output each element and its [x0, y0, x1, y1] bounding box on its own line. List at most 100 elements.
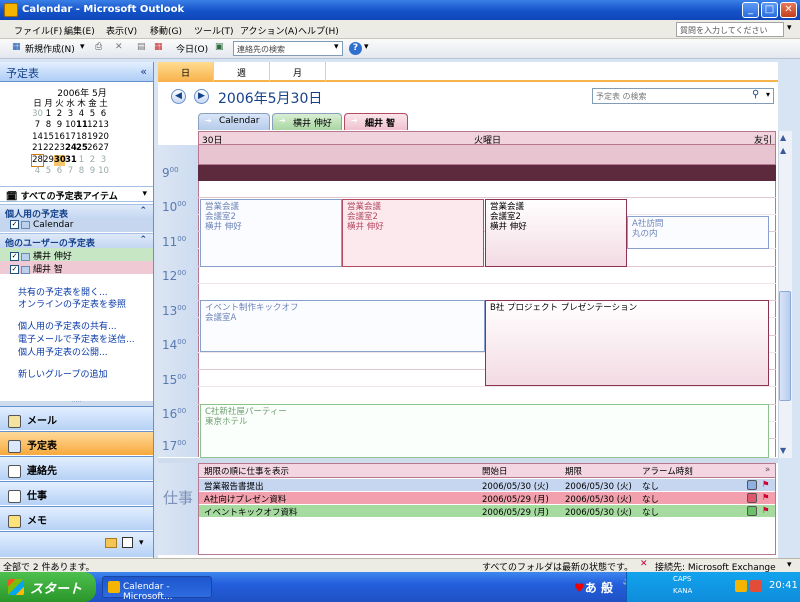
- new-item-icon[interactable]: ▦: [12, 42, 21, 52]
- minical-day[interactable]: 8: [76, 166, 87, 178]
- help-dropdown-icon[interactable]: ▾: [364, 42, 369, 52]
- link-browse-online[interactable]: オンラインの予定表を参照: [18, 297, 126, 310]
- column-header-start[interactable]: 開始日: [482, 465, 508, 477]
- minical-day[interactable]: 1: [43, 109, 54, 121]
- link-share-calendar[interactable]: 個人用の予定表の共有...: [18, 319, 117, 332]
- all-items-dropdown[interactable]: 🗓 すべての予定表アイテム ▾: [0, 186, 153, 202]
- appointment-sales-meeting-hosoi[interactable]: 営業会議 会議室2 横井 伸好: [342, 199, 484, 267]
- calendar-search-input[interactable]: 予定表 の検索: [592, 88, 774, 104]
- move-icon[interactable]: ▤: [137, 42, 146, 52]
- contact-search-dropdown-icon[interactable]: ▾: [334, 42, 339, 52]
- minical-day[interactable]: 19: [87, 132, 98, 144]
- minical-day[interactable]: 21: [32, 143, 43, 155]
- search-options-icon[interactable]: ▾: [766, 90, 770, 99]
- scroll-up-icon[interactable]: ▲: [780, 133, 786, 142]
- minical-day[interactable]: 8: [43, 120, 54, 132]
- tab-day[interactable]: 日: [158, 62, 214, 82]
- minical-day[interactable]: 5: [87, 109, 98, 121]
- start-button[interactable]: スタート: [0, 572, 96, 602]
- minical-day[interactable]: 4: [32, 166, 43, 178]
- calendar-tab-hosoi[interactable]: 細井 智: [344, 113, 408, 130]
- nav-button-calendar[interactable]: 予定表: [0, 431, 153, 455]
- calendar-icon[interactable]: ▦: [154, 42, 163, 52]
- nav-button-contacts[interactable]: 連絡先: [0, 456, 153, 480]
- minical-day[interactable]: 10: [65, 120, 76, 132]
- link-send-calendar[interactable]: 電子メールで予定表を送信...: [18, 332, 135, 345]
- configure-buttons-icon[interactable]: ▾: [139, 538, 144, 548]
- minical-day[interactable]: 17: [65, 132, 76, 144]
- delete-icon[interactable]: ✕: [115, 42, 123, 52]
- prev-day-button[interactable]: ◀: [171, 89, 186, 104]
- question-input[interactable]: 質問を入力してください: [676, 22, 784, 37]
- nav-button-tasks[interactable]: 仕事: [0, 481, 153, 505]
- flag-icon[interactable]: ⚑: [762, 480, 770, 490]
- flag-icon[interactable]: ⚑: [762, 506, 770, 516]
- minical-day[interactable]: 27: [98, 143, 109, 155]
- outlook-tray-icon[interactable]: [735, 580, 747, 592]
- search-icon[interactable]: ⚲: [752, 89, 759, 100]
- contact-search-input[interactable]: 連絡先の検索: [233, 41, 343, 56]
- collapse-section-icon[interactable]: ⌃: [139, 206, 147, 216]
- minical-day[interactable]: 28: [31, 153, 44, 167]
- column-header-alarm[interactable]: アラーム時刻: [642, 465, 693, 477]
- appointment-project-presentation[interactable]: B社 プロジェクト プレゼンテーション: [485, 300, 769, 386]
- new-dropdown-icon[interactable]: ▾: [80, 42, 85, 52]
- minimize-button[interactable]: _: [742, 2, 759, 18]
- minical-day[interactable]: 15: [43, 132, 54, 144]
- maximize-button[interactable]: □: [761, 2, 778, 18]
- appointment-sales-meeting-selected[interactable]: 営業会議 会議室2 横井 伸好: [485, 199, 627, 267]
- task-row[interactable]: 営業報告書提出 2006/05/30 (火) 2006/05/30 (火) なし…: [199, 479, 775, 492]
- checkbox[interactable]: ✓: [10, 220, 19, 229]
- scroll-up-icon[interactable]: ▲: [780, 146, 786, 155]
- appointment-event-kickoff[interactable]: イベント制作キックオフ 会議室A: [200, 300, 485, 352]
- next-day-button[interactable]: ▶: [194, 89, 209, 104]
- flag-icon[interactable]: ⚑: [762, 493, 770, 503]
- category-icon[interactable]: [747, 480, 757, 490]
- menu-file[interactable]: ファイル(F): [14, 24, 62, 37]
- minical-day[interactable]: 9: [54, 120, 65, 132]
- category-icon[interactable]: [747, 493, 757, 503]
- security-tray-icon[interactable]: [750, 580, 762, 592]
- checkbox[interactable]: ✓: [10, 265, 19, 274]
- close-button[interactable]: ✕: [780, 2, 797, 18]
- ime-indicator[interactable]: ♥あ 般: [574, 579, 613, 596]
- folder-icon[interactable]: [105, 538, 117, 548]
- minical-day[interactable]: 3: [98, 155, 109, 167]
- tab-week[interactable]: 週: [214, 62, 270, 82]
- scroll-down-icon[interactable]: ▼: [780, 446, 786, 455]
- tab-month[interactable]: 月: [270, 62, 326, 82]
- minical-day[interactable]: 18: [76, 132, 87, 144]
- minical-day[interactable]: 6: [98, 109, 109, 121]
- appointment-sales-meeting-personal[interactable]: 営業会議 会議室2 横井 伸好: [200, 199, 342, 267]
- calendar-item-yokoi[interactable]: ✓ 横井 伸好: [0, 248, 153, 262]
- nav-button-notes[interactable]: メモ: [0, 506, 153, 530]
- question-dropdown-icon[interactable]: ▾: [787, 23, 792, 33]
- minical-day[interactable]: 7: [65, 166, 76, 178]
- minical-day[interactable]: 9: [87, 166, 98, 178]
- menu-tools[interactable]: ツール(T): [194, 24, 234, 37]
- minical-day[interactable]: 29: [43, 155, 54, 167]
- menu-actions[interactable]: アクション(A): [240, 24, 298, 37]
- help-icon[interactable]: ?: [349, 42, 362, 55]
- calendar-tab-yokoi[interactable]: 横井 伸好: [272, 113, 342, 130]
- minical-day[interactable]: 1: [76, 155, 87, 167]
- minical-day[interactable]: 26: [87, 143, 98, 155]
- minical-day[interactable]: 25: [76, 143, 88, 155]
- appointment-client-visit[interactable]: A社訪問 丸の内: [627, 216, 769, 249]
- link-publish-calendar[interactable]: 個人用予定表の公開...: [18, 345, 108, 358]
- column-header-due[interactable]: 期限: [565, 465, 582, 477]
- appointment-party[interactable]: C社新社屋パーティー 東京ホテル: [200, 404, 769, 458]
- minical-day[interactable]: 20: [98, 132, 109, 144]
- shortcut-icon[interactable]: [122, 537, 133, 548]
- minical-day[interactable]: 10: [98, 166, 109, 178]
- other-calendars-section[interactable]: 他のユーザーの予定表 ⌃: [0, 233, 153, 249]
- minical-day[interactable]: 30: [32, 109, 43, 121]
- minical-day[interactable]: 7: [32, 120, 43, 132]
- link-new-group[interactable]: 新しいグループの追加: [18, 367, 107, 380]
- personal-calendars-section[interactable]: 個人用の予定表 ⌃: [0, 204, 153, 220]
- minical-day-today[interactable]: 30: [54, 154, 66, 166]
- menu-view[interactable]: 表示(V): [106, 24, 137, 37]
- clock[interactable]: 20:41: [769, 580, 798, 591]
- task-row[interactable]: イベントキックオフ資料 2006/05/29 (月) 2006/05/30 (火…: [199, 505, 775, 518]
- minical-day[interactable]: 11: [76, 120, 88, 132]
